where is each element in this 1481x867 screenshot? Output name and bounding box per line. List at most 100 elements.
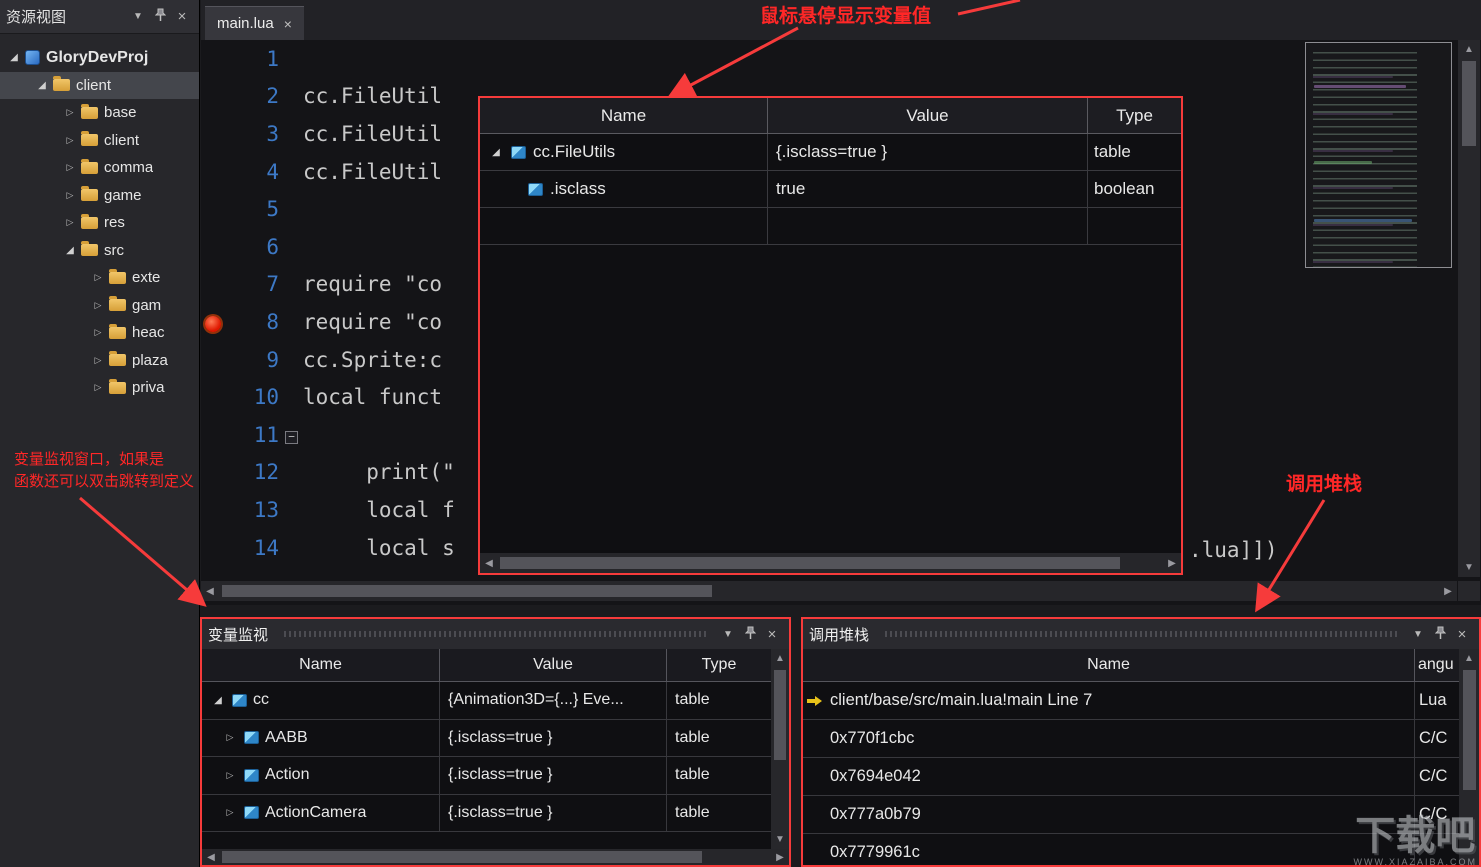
tree-item-client[interactable]: ◢ client (0, 71, 199, 99)
pin-icon[interactable] (1429, 626, 1451, 643)
collapse-arrow-icon[interactable]: ▷ (222, 732, 238, 743)
collapse-arrow-icon[interactable]: ▷ (90, 327, 106, 338)
variable-name: cc.FileUtils (533, 142, 616, 161)
callstack-frame[interactable]: client/base/src/main.lua!main Line 7 Lua (803, 682, 1459, 720)
tree-item-gam[interactable]: ▷ gam (0, 292, 199, 320)
column-header-language[interactable]: angu (1415, 649, 1459, 681)
callstack-frame[interactable]: 0x777a0b79 C/C (803, 796, 1459, 834)
scroll-right-icon[interactable]: ▶ (771, 848, 789, 866)
tab-close-icon[interactable]: × (284, 16, 292, 32)
pin-icon[interactable] (149, 8, 171, 25)
expand-arrow-icon[interactable]: ◢ (210, 695, 226, 706)
scroll-up-icon[interactable]: ▲ (1458, 40, 1480, 59)
callstack-panel-header: 调用堆栈 ▼ × (803, 619, 1479, 649)
code-fold-icon[interactable]: − (285, 431, 298, 444)
column-header-value[interactable]: Value (440, 649, 667, 681)
popup-row[interactable]: ◢ cc.FileUtils {.isclass=true } table (480, 134, 1181, 171)
scroll-up-icon[interactable]: ▲ (771, 649, 789, 668)
variable-type: table (675, 728, 710, 746)
scroll-down-icon[interactable]: ▼ (1458, 558, 1480, 577)
collapse-arrow-icon[interactable]: ▷ (62, 135, 78, 146)
close-icon[interactable]: × (1451, 626, 1473, 643)
tab-main-lua[interactable]: main.lua × (205, 6, 304, 40)
callstack-frame[interactable]: 0x7779961c (803, 834, 1459, 865)
tree-item-project[interactable]: ◢ GloryDevProj (0, 44, 199, 72)
chevron-down-icon[interactable]: ▼ (127, 11, 149, 22)
collapse-arrow-icon[interactable]: ▷ (62, 162, 78, 173)
close-icon[interactable]: × (761, 626, 783, 643)
tree-item-game[interactable]: ▷ game (0, 182, 199, 210)
collapse-arrow-icon[interactable]: ▷ (90, 355, 106, 366)
column-header-name[interactable]: Name (480, 98, 768, 133)
tree-item-command[interactable]: ▷ comma (0, 154, 199, 182)
tree-item-heac[interactable]: ▷ heac (0, 319, 199, 347)
scroll-right-icon[interactable]: ▶ (1439, 582, 1457, 601)
popup-row[interactable]: .isclass true boolean (480, 171, 1181, 208)
collapse-arrow-icon[interactable]: ▷ (90, 382, 106, 393)
collapse-arrow-icon[interactable]: ▷ (62, 107, 78, 118)
watch-row[interactable]: ▷ ActionCamera {.isclass=true } table (202, 794, 771, 832)
vertical-scrollbar-thumb[interactable] (774, 670, 786, 760)
tree-item-res[interactable]: ▷ res (0, 209, 199, 237)
vertical-scrollbar-thumb[interactable] (1462, 670, 1476, 790)
scroll-left-icon[interactable]: ◀ (202, 848, 220, 866)
callstack-frame[interactable]: 0x7694e042 C/C (803, 758, 1459, 796)
horizontal-scrollbar-thumb[interactable] (222, 851, 702, 863)
collapse-arrow-icon[interactable]: ▷ (222, 770, 238, 781)
horizontal-scrollbar-thumb[interactable] (500, 557, 1120, 569)
scroll-left-icon[interactable]: ◀ (201, 582, 219, 601)
callstack-vertical-scrollbar[interactable]: ▲ (1459, 649, 1479, 865)
tree-item-label: heac (132, 324, 165, 342)
expand-arrow-icon[interactable]: ◢ (6, 52, 22, 63)
column-header-name[interactable]: Name (202, 649, 440, 681)
watch-row[interactable]: ◢ cc {Animation3D={...} Eve... table (202, 682, 771, 720)
expand-arrow-icon[interactable]: ◢ (62, 245, 78, 256)
pin-icon[interactable] (739, 626, 761, 643)
tree-item-priva[interactable]: ▷ priva (0, 374, 199, 402)
column-header-type[interactable]: Type (1088, 98, 1181, 133)
chevron-down-icon[interactable]: ▼ (717, 629, 739, 640)
scroll-down-icon[interactable]: ▼ (771, 830, 789, 849)
column-header-type[interactable]: Type (667, 649, 771, 681)
watch-row[interactable]: ▷ Action {.isclass=true } table (202, 757, 771, 795)
scroll-right-icon[interactable]: ▶ (1163, 554, 1181, 573)
horizontal-scrollbar-thumb[interactable] (222, 585, 712, 597)
tree-item-base[interactable]: ▷ base (0, 99, 199, 127)
vertical-scrollbar-thumb[interactable] (1462, 61, 1476, 146)
tree-item-src[interactable]: ◢ src (0, 237, 199, 265)
collapse-arrow-icon[interactable]: ▷ (90, 272, 106, 283)
line-number: 5 (266, 197, 279, 222)
expand-arrow-icon[interactable]: ◢ (34, 80, 50, 91)
popup-row-empty[interactable] (480, 208, 1181, 245)
collapse-arrow-icon[interactable]: ▷ (62, 190, 78, 201)
variable-value: {.isclass=true } (440, 794, 667, 831)
minimap-line (1314, 219, 1412, 222)
editor-horizontal-scrollbar[interactable]: ◀ ▶ (201, 581, 1457, 601)
column-header-value[interactable]: Value (768, 98, 1088, 133)
chevron-down-icon[interactable]: ▼ (1407, 629, 1429, 640)
watch-horizontal-scrollbar[interactable]: ◀ ▶ (202, 849, 789, 865)
watch-vertical-scrollbar[interactable]: ▲ ▼ (771, 649, 789, 849)
callstack-frame[interactable]: 0x770f1cbc C/C (803, 720, 1459, 758)
scroll-up-icon[interactable]: ▲ (1459, 649, 1479, 668)
frame-name: client/base/src/main.lua!main Line 7 (825, 682, 1415, 719)
column-header-name[interactable]: Name (803, 649, 1415, 681)
scroll-left-icon[interactable]: ◀ (480, 554, 498, 573)
watch-row[interactable]: ▷ AABB {.isclass=true } table (202, 719, 771, 757)
project-icon (25, 50, 40, 66)
minimap[interactable] (1305, 42, 1452, 268)
collapse-arrow-icon[interactable]: ▷ (90, 300, 106, 311)
scrollbar-corner (1458, 581, 1480, 601)
line-number: 11 (253, 422, 279, 447)
frame-name: 0x777a0b79 (825, 796, 1415, 833)
editor-vertical-scrollbar[interactable]: ▲ ▼ (1458, 40, 1480, 577)
popup-horizontal-scrollbar[interactable]: ◀ ▶ (480, 553, 1181, 573)
breakpoint-icon[interactable] (205, 316, 221, 332)
tree-item-exte[interactable]: ▷ exte (0, 264, 199, 292)
collapse-arrow-icon[interactable]: ▷ (62, 217, 78, 228)
close-icon[interactable]: × (171, 8, 193, 25)
tree-item-plaza[interactable]: ▷ plaza (0, 347, 199, 375)
expand-arrow-icon[interactable]: ◢ (488, 147, 504, 158)
collapse-arrow-icon[interactable]: ▷ (222, 807, 238, 818)
tree-item-client-sub[interactable]: ▷ client (0, 127, 199, 155)
